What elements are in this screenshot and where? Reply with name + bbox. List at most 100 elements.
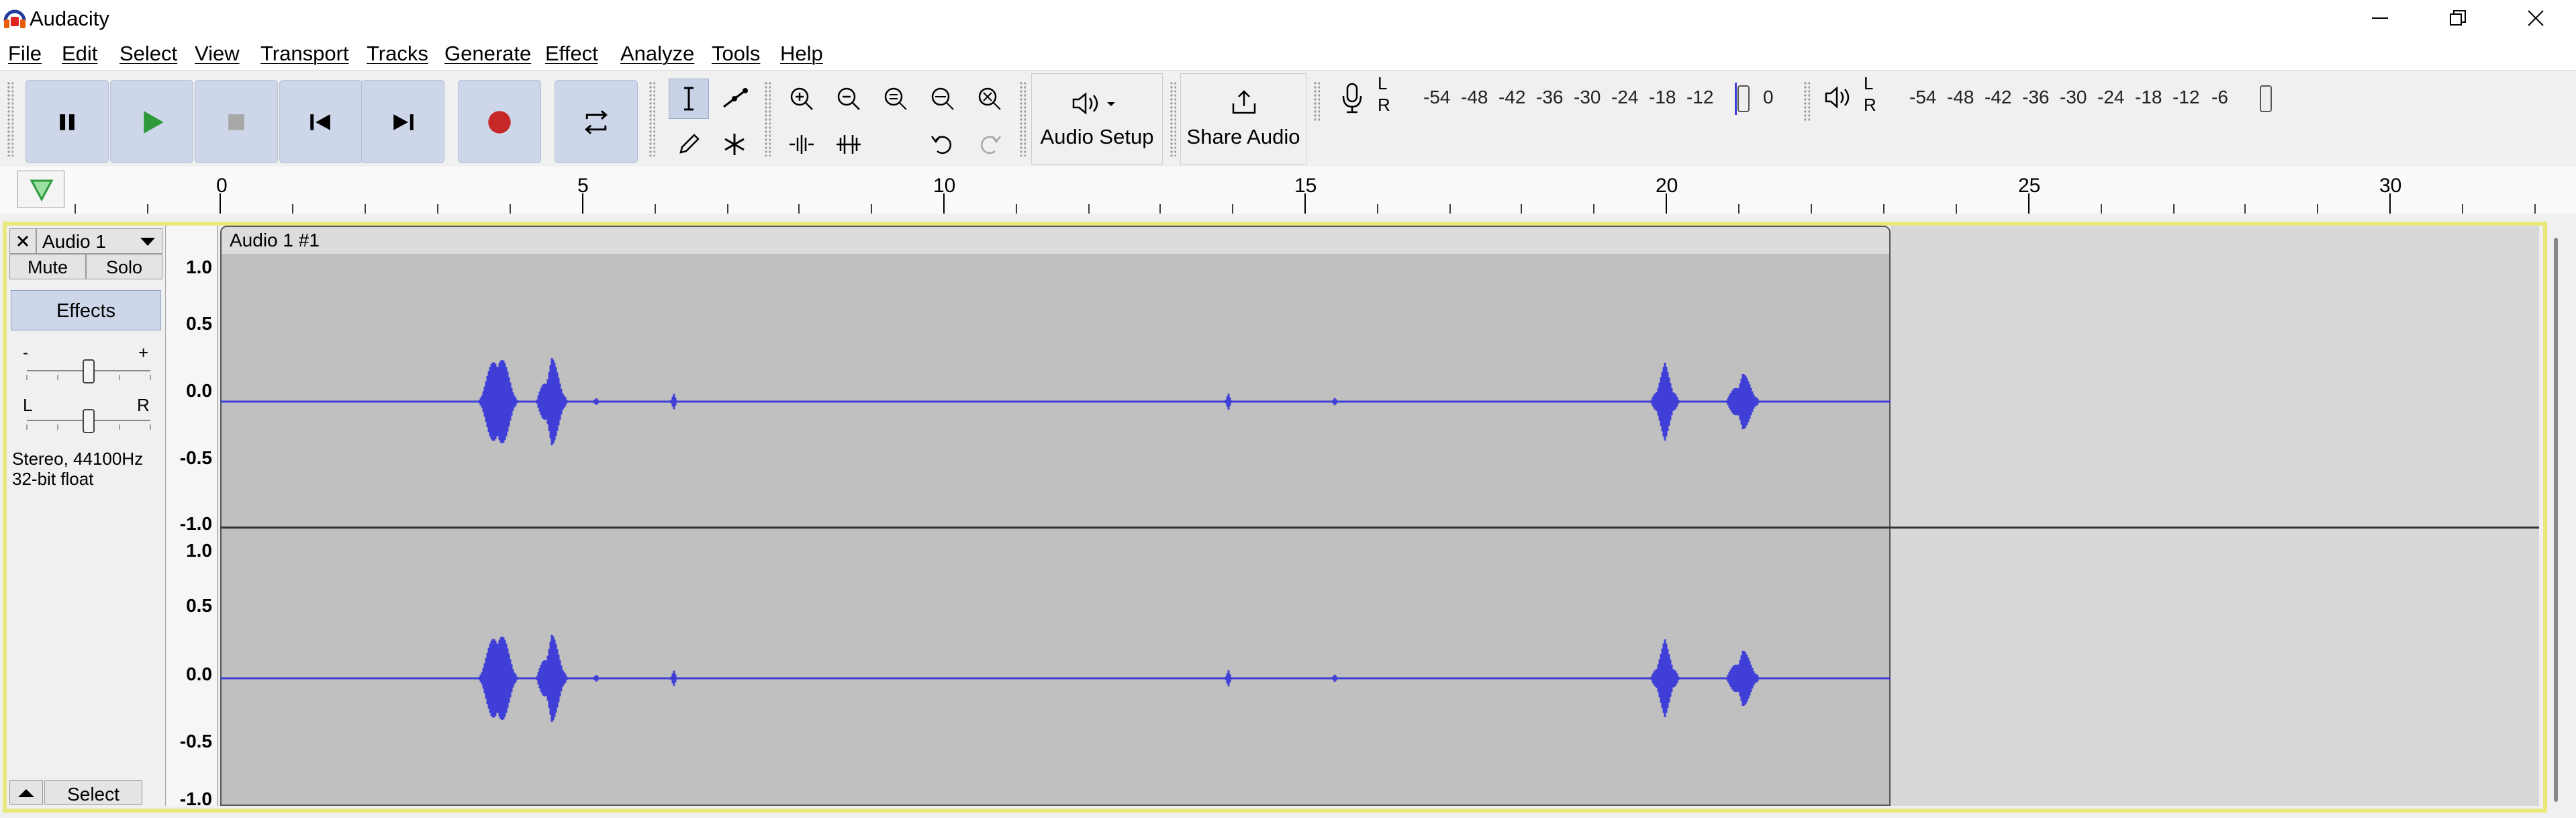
pan-slider[interactable] bbox=[23, 404, 154, 435]
menu-tools[interactable]: Tools bbox=[712, 42, 760, 66]
silence-icon bbox=[837, 135, 861, 154]
zoom-out-button[interactable] bbox=[828, 79, 869, 119]
effects-button[interactable]: Effects bbox=[11, 290, 161, 330]
record-meter-slider[interactable] bbox=[1737, 85, 1750, 112]
minimize-button[interactable] bbox=[2341, 0, 2419, 36]
vruler-label: -1.0 bbox=[179, 788, 212, 809]
undo-button[interactable] bbox=[922, 124, 963, 165]
record-icon bbox=[488, 111, 511, 134]
audio-setup-button[interactable]: Audio Setup bbox=[1031, 73, 1163, 165]
timeline-label: 25 bbox=[2018, 175, 2041, 197]
toolbar-grip[interactable] bbox=[1803, 81, 1810, 122]
menu-edit[interactable]: Edit bbox=[62, 42, 97, 66]
asterisk-icon bbox=[724, 134, 745, 155]
skip-start-icon bbox=[310, 114, 330, 130]
record-meter-tick: -36 bbox=[1536, 87, 1564, 107]
track-control-panel[interactable]: Audio 1 Mute Solo Effects - + L R Stereo… bbox=[7, 226, 166, 806]
record-meter-left-label: L bbox=[1378, 73, 1388, 93]
skip-end-icon bbox=[393, 114, 414, 130]
timeline-label: 5 bbox=[577, 175, 589, 197]
menu-tracks[interactable]: Tracks bbox=[367, 42, 428, 66]
record-meter-tick: -48 bbox=[1461, 87, 1488, 107]
zoom-fit-icon bbox=[931, 87, 954, 110]
silence-audio-button[interactable] bbox=[828, 124, 869, 165]
toolbar-grip[interactable] bbox=[1170, 81, 1176, 156]
zoom-toggle-button[interactable] bbox=[969, 79, 1010, 119]
multi-tool[interactable] bbox=[714, 124, 755, 165]
mute-label: Mute bbox=[27, 257, 68, 277]
toolbar-grip[interactable] bbox=[764, 81, 771, 156]
vruler-label: 1.0 bbox=[186, 257, 212, 277]
play-meter-left-label: L bbox=[1864, 73, 1874, 93]
toolbar-grip[interactable] bbox=[7, 81, 13, 156]
stop-button[interactable] bbox=[195, 80, 278, 163]
menu-generate[interactable]: Generate bbox=[444, 42, 531, 66]
pause-icon bbox=[60, 114, 75, 130]
skip-to-end-button[interactable] bbox=[361, 80, 444, 163]
speaker-meter-icon[interactable] bbox=[1823, 84, 1856, 111]
mute-button[interactable]: Mute bbox=[9, 254, 86, 279]
menu-file[interactable]: File bbox=[8, 42, 42, 66]
fit-selection-button[interactable] bbox=[875, 79, 916, 119]
timeline-ticks bbox=[75, 193, 2536, 214]
envelope-tool[interactable] bbox=[714, 79, 755, 119]
record-meter-right-label: R bbox=[1378, 95, 1390, 115]
menu-help[interactable]: Help bbox=[780, 42, 823, 66]
solo-button[interactable]: Solo bbox=[86, 254, 162, 279]
record-meter-tick: -30 bbox=[1574, 87, 1601, 107]
vertical-ruler[interactable]: 1.0 0.5 0.0 -0.5 -1.0 1.0 0.5 0.0 -0.5 -… bbox=[166, 226, 218, 809]
play-meter-tick: -48 bbox=[1947, 87, 1974, 107]
play-meter-right-label: R bbox=[1864, 95, 1876, 115]
play-meter[interactable]: -54 -48 -42 -36 -30 -24 -18 -12 -6 bbox=[1882, 83, 2285, 115]
track-name: Audio 1 bbox=[42, 231, 106, 252]
skip-to-start-button[interactable] bbox=[279, 80, 363, 163]
record-meter-tick: -24 bbox=[1611, 87, 1639, 107]
play-meter-slider[interactable] bbox=[2260, 85, 2272, 112]
menu-analyze[interactable]: Analyze bbox=[620, 42, 694, 66]
zoom-in-button[interactable] bbox=[781, 79, 822, 119]
restore-button[interactable] bbox=[2419, 0, 2497, 36]
timeline-label: 20 bbox=[1656, 175, 1678, 197]
draw-tool[interactable] bbox=[669, 124, 709, 165]
pause-button[interactable] bbox=[26, 80, 109, 163]
toolbar-grip[interactable] bbox=[1313, 81, 1320, 122]
undo-icon bbox=[931, 136, 951, 154]
loop-button[interactable] bbox=[555, 80, 638, 163]
stop-icon bbox=[228, 114, 244, 130]
toolbar-grip[interactable] bbox=[1019, 81, 1026, 156]
share-icon bbox=[1232, 90, 1256, 114]
fit-project-button[interactable] bbox=[922, 79, 963, 119]
toolbar-grip[interactable] bbox=[649, 81, 655, 156]
menu-select[interactable]: Select bbox=[120, 42, 177, 66]
vruler-label: 1.0 bbox=[186, 540, 212, 561]
zoom-toggle-icon bbox=[978, 87, 1001, 110]
microphone-icon[interactable] bbox=[1339, 81, 1366, 115]
gain-slider[interactable] bbox=[23, 355, 154, 385]
menu-view[interactable]: View bbox=[195, 42, 240, 66]
record-meter[interactable]: -54 -48 -42 -36 -30 -24 -18 -12 0 bbox=[1396, 83, 1786, 115]
select-track-button[interactable]: Select bbox=[44, 780, 142, 805]
redo-button[interactable] bbox=[969, 124, 1010, 165]
trim-audio-button[interactable] bbox=[781, 124, 822, 165]
play-button[interactable] bbox=[110, 80, 193, 163]
empty-track-region[interactable] bbox=[1891, 226, 2539, 806]
menu-effect[interactable]: Effect bbox=[545, 42, 598, 66]
collapse-track-button[interactable] bbox=[9, 780, 43, 805]
close-window-button[interactable] bbox=[2497, 0, 2575, 36]
play-icon bbox=[144, 111, 164, 134]
share-audio-button[interactable]: Share Audio bbox=[1180, 73, 1306, 165]
close-track-button[interactable] bbox=[9, 228, 36, 254]
record-meter-level bbox=[1735, 83, 1737, 115]
track-menu-button[interactable]: Audio 1 bbox=[36, 228, 162, 254]
redo-icon bbox=[981, 136, 1001, 154]
menu-transport[interactable]: Transport bbox=[260, 42, 349, 66]
chevron-up-icon bbox=[18, 789, 34, 797]
track-area: Audio 1 Mute Solo Effects - + L R Stereo… bbox=[0, 214, 2576, 818]
record-meter-tick: -42 bbox=[1498, 87, 1526, 107]
timeline-label: 30 bbox=[2379, 175, 2402, 197]
vertical-scrollbar[interactable] bbox=[2554, 238, 2558, 802]
selection-tool[interactable] bbox=[669, 79, 709, 119]
timeline-ruler[interactable]: 0 5 10 15 20 25 30 bbox=[0, 167, 2576, 214]
vruler-label: 0.0 bbox=[186, 664, 212, 684]
record-button[interactable] bbox=[458, 80, 541, 163]
